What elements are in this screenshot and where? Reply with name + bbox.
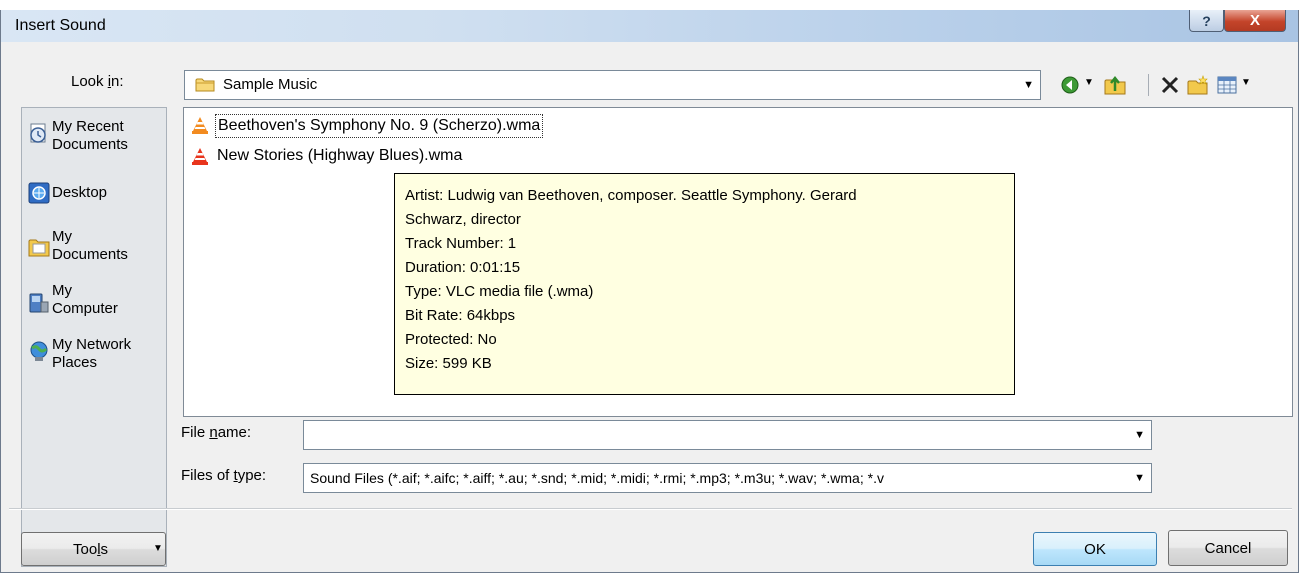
new-folder-button[interactable] — [1187, 74, 1209, 96]
desktop-icon — [28, 182, 50, 204]
views-dropdown-arrow-icon[interactable]: ▼ — [1241, 77, 1251, 88]
file-name: Beethoven's Symphony No. 9 (Scherzo).wma — [215, 114, 544, 138]
up-one-level-button[interactable] — [1104, 74, 1126, 96]
place-label: Desktop — [52, 184, 108, 201]
ok-button[interactable]: OK — [1033, 532, 1157, 566]
place-desktop[interactable]: Desktop — [22, 180, 166, 232]
delete-button[interactable] — [1159, 74, 1181, 96]
recent-documents-icon — [30, 123, 46, 143]
tooltip-artist-cont: Schwarz, director — [405, 211, 521, 228]
places-bar: My Recent Documents Desktop My Documents — [21, 107, 167, 567]
dialog-title: Insert Sound — [15, 17, 106, 34]
look-in-label: Look in: — [71, 73, 124, 90]
tools-label: Tools — [73, 541, 109, 558]
tooltip-protected: Protected: No — [405, 331, 497, 348]
files-of-type-value: Sound Files (*.aif; *.aifc; *.aiff; *.au… — [310, 470, 884, 486]
views-grid-icon — [1217, 76, 1237, 94]
new-folder-icon — [1187, 75, 1208, 95]
views-button[interactable] — [1216, 74, 1238, 96]
chevron-down-icon: ▼ — [153, 543, 163, 554]
help-button[interactable]: ? — [1189, 10, 1224, 32]
title-bar: Insert Sound ? X — [1, 10, 1298, 42]
files-of-type-dropdown[interactable]: Sound Files (*.aif; *.aifc; *.aiff; *.au… — [303, 463, 1152, 493]
file-name-label: File name: — [181, 424, 252, 441]
close-button[interactable]: X — [1224, 10, 1286, 32]
file-name-input[interactable]: ▼ — [303, 420, 1152, 450]
place-my-network-places[interactable]: My Network Places — [22, 334, 166, 386]
look-in-dropdown[interactable]: Sample Music ▼ — [184, 70, 1041, 100]
folder-icon — [195, 78, 215, 92]
file-info-tooltip: Artist: Ludwig van Beethoven, composer. … — [394, 173, 1015, 395]
toolbar-separator — [1148, 74, 1149, 96]
look-in-value: Sample Music — [223, 76, 318, 93]
network-places-icon — [30, 341, 48, 361]
tools-button[interactable]: Tools ▼ — [21, 532, 166, 566]
back-dropdown-arrow-icon[interactable]: ▼ — [1084, 77, 1094, 88]
my-documents-icon — [28, 239, 50, 257]
tooltip-artist: Artist: Ludwig van Beethoven, composer. … — [405, 187, 857, 204]
chevron-down-icon[interactable]: ▼ — [1134, 429, 1145, 441]
tooltip-size: Size: 599 KB — [405, 355, 492, 372]
vlc-cone-icon — [192, 148, 208, 165]
vlc-cone-icon — [192, 117, 208, 134]
back-arrow-icon — [1061, 76, 1079, 94]
place-my-computer[interactable]: My Computer — [22, 280, 166, 332]
place-label: My Network Places — [52, 336, 132, 371]
place-label: My Recent Documents — [52, 118, 128, 153]
back-button[interactable] — [1059, 74, 1081, 96]
tooltip-duration: Duration: 0:01:15 — [405, 259, 521, 276]
insert-sound-dialog: Insert Sound ? X Look in: Sample Music ▼… — [0, 10, 1299, 573]
delete-x-icon — [1161, 76, 1179, 94]
cancel-button[interactable]: Cancel — [1168, 530, 1288, 566]
place-label: My Documents — [52, 228, 128, 263]
tooltip-track-number: Track Number: 1 — [405, 235, 517, 252]
help-icon: ? — [1202, 12, 1211, 29]
chevron-down-icon: ▼ — [1023, 79, 1034, 91]
files-of-type-label: Files of type: — [181, 467, 267, 484]
place-label: My Computer — [52, 282, 118, 317]
up-folder-icon — [1104, 75, 1126, 95]
divider — [9, 508, 1292, 510]
place-my-documents[interactable]: My Documents — [22, 226, 166, 278]
place-my-recent-documents[interactable]: My Recent Documents — [22, 116, 166, 168]
close-icon: X — [1249, 12, 1260, 29]
file-name: New Stories (Highway Blues).wma — [217, 147, 463, 164]
tooltip-bit-rate: Bit Rate: 64kbps — [405, 307, 516, 324]
chevron-down-icon: ▼ — [1134, 472, 1145, 484]
my-computer-icon — [29, 293, 49, 313]
tooltip-type: Type: VLC media file (.wma) — [405, 283, 594, 300]
